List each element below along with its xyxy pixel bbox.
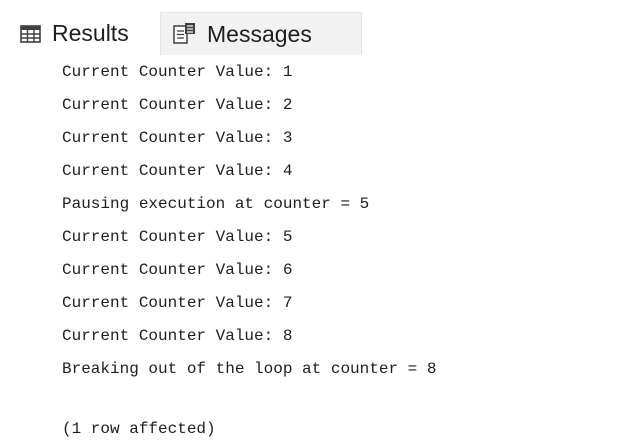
message-line: Current Counter Value: 6: [62, 261, 293, 279]
message-line: Current Counter Value: 8: [62, 327, 293, 345]
tab-results[interactable]: Results: [12, 12, 158, 55]
tab-results-label: Results: [52, 20, 129, 46]
grid-icon: [20, 24, 42, 44]
message-line: Current Counter Value: 5: [62, 228, 293, 246]
message-line: Current Counter Value: 2: [62, 96, 293, 114]
message-line: Current Counter Value: 1: [62, 63, 293, 81]
messages-icon: [173, 22, 197, 46]
message-line: Breaking out of the loop at counter = 8: [62, 360, 437, 378]
message-line: Current Counter Value: 3: [62, 129, 293, 147]
tab-messages[interactable]: Messages: [160, 12, 362, 55]
rows-affected-message: (1 row affected): [62, 420, 216, 438]
result-tabs: Results Messages: [0, 0, 641, 55]
tab-messages-label: Messages: [207, 20, 312, 47]
messages-pane: Current Counter Value: 1 Current Counter…: [0, 55, 641, 441]
message-line: Current Counter Value: 7: [62, 294, 293, 312]
message-line: Current Counter Value: 4: [62, 162, 293, 180]
message-line: Pausing execution at counter = 5: [62, 195, 370, 213]
